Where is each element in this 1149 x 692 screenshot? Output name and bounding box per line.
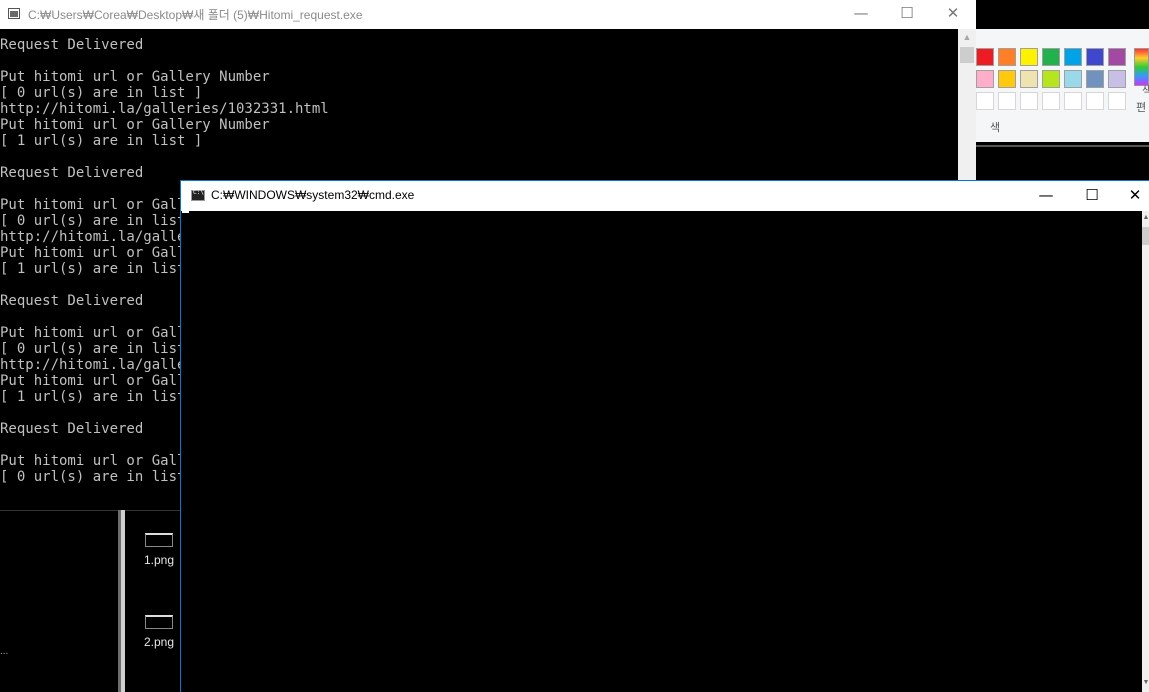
- cmd-window-title: C:₩WINDOWS₩system32₩cmd.exe: [211, 188, 415, 202]
- console-line: http://hitomi.la/galler: [0, 229, 194, 245]
- cmd-titlebar[interactable]: C:₩WINDOWS₩system32₩cmd.exe — ☐ ✕: [181, 181, 1149, 211]
- edit-colors-icon[interactable]: [1134, 48, 1149, 86]
- custom-color-slot[interactable]: [1042, 92, 1060, 110]
- cmd-vertical-scrollbar[interactable]: ▲ ▼: [1142, 211, 1149, 692]
- console-line: [ 0 url(s) are in list: [0, 469, 186, 485]
- console-line: Request Delivered: [0, 421, 144, 437]
- color-swatch[interactable]: [1042, 70, 1060, 88]
- file-explorer-fragment: ... 1.png 2.png: [0, 510, 181, 692]
- color-swatch[interactable]: [1108, 70, 1126, 88]
- console-line: [ 1 url(s) are in list ]: [0, 133, 203, 149]
- console-line: Put hitomi url or Galle: [0, 325, 194, 341]
- console-line: Put hitomi url or Gallery Number: [0, 117, 270, 133]
- file-name: 1.png: [144, 553, 175, 567]
- scrollbar-thumb[interactable]: [960, 47, 974, 63]
- maximize-button[interactable]: ☐: [884, 0, 930, 29]
- console-line: Put hitomi url or Galle: [0, 453, 194, 469]
- console-line: [ 0 url(s) are in list: [0, 341, 186, 357]
- back-window-titlebar[interactable]: C:₩Users₩Corea₩Desktop₩새 폴더 (5)₩Hitomi_r…: [0, 0, 976, 29]
- explorer-divider: [0, 510, 181, 511]
- explorer-pane-border: [121, 510, 125, 692]
- custom-color-slot[interactable]: [1108, 92, 1126, 110]
- color-swatch[interactable]: [976, 70, 994, 88]
- cmd-window[interactable]: C:₩WINDOWS₩system32₩cmd.exe — ☐ ✕ ▲ ▼: [180, 180, 1149, 692]
- cmd-app-icon: [191, 189, 205, 201]
- console-app-icon: [8, 8, 20, 19]
- minimize-button[interactable]: —: [838, 0, 884, 29]
- close-button[interactable]: ✕: [1112, 181, 1149, 211]
- console-line: Request Delivered: [0, 37, 144, 53]
- image-thumbnail-icon: [145, 615, 173, 629]
- edit-colors-label-bottom: 편: [1136, 102, 1147, 114]
- image-thumbnail-icon: [145, 533, 173, 547]
- text-cursor: [182, 210, 189, 213]
- scroll-up-arrow-icon[interactable]: ▲: [1142, 214, 1149, 221]
- custom-color-slot[interactable]: [1020, 92, 1038, 110]
- paint-ribbon-strip: [976, 29, 1149, 40]
- console-line: [ 1 url(s) are in list: [0, 389, 186, 405]
- console-line: http://hitomi.la/galler: [0, 357, 194, 373]
- color-swatch[interactable]: [1086, 48, 1104, 66]
- paint-canvas-area: [976, 142, 1149, 182]
- color-swatch[interactable]: [998, 70, 1016, 88]
- paint-color-palette: 색 편 색: [976, 40, 1149, 142]
- cmd-console-output[interactable]: [181, 211, 1142, 692]
- console-line: [ 0 url(s) are in list ]: [0, 85, 203, 101]
- custom-color-slot[interactable]: [1064, 92, 1082, 110]
- console-line: http://hitomi.la/galleries/1032331.html: [0, 101, 329, 117]
- back-window-title: C:₩Users₩Corea₩Desktop₩새 폴더 (5)₩Hitomi_r…: [28, 8, 363, 22]
- nav-pane-ellipsis: ...: [0, 646, 9, 657]
- console-line: [ 0 url(s) are in list: [0, 213, 186, 229]
- colors-group-label: 색: [990, 122, 1001, 134]
- console-line: Put hitomi url or Gallery Number: [0, 69, 270, 85]
- file-name: 2.png: [144, 635, 175, 649]
- color-swatch[interactable]: [1042, 48, 1060, 66]
- console-line: Put hitomi url or Galle: [0, 373, 194, 389]
- color-swatch[interactable]: [1064, 48, 1082, 66]
- console-line: [ 1 url(s) are in list: [0, 261, 186, 277]
- color-swatch[interactable]: [1020, 48, 1038, 66]
- custom-color-slot[interactable]: [976, 92, 994, 110]
- paint-divider: [976, 145, 1149, 147]
- custom-color-slot[interactable]: [998, 92, 1016, 110]
- scroll-down-arrow-icon[interactable]: ▼: [1142, 679, 1149, 686]
- edit-colors-label-top: 색: [1142, 85, 1149, 97]
- custom-color-slot[interactable]: [1086, 92, 1104, 110]
- console-line: Put hitomi url or Galle: [0, 245, 194, 261]
- color-swatch[interactable]: [1064, 70, 1082, 88]
- console-line: Request Delivered: [0, 165, 144, 181]
- close-button[interactable]: ✕: [930, 0, 976, 29]
- color-swatch[interactable]: [1086, 70, 1104, 88]
- maximize-button[interactable]: ☐: [1069, 181, 1115, 211]
- color-swatch[interactable]: [998, 48, 1016, 66]
- console-line: Put hitomi url or Galle: [0, 197, 194, 213]
- scroll-up-arrow-icon[interactable]: ▲: [958, 29, 976, 46]
- scrollbar-thumb[interactable]: [1142, 227, 1149, 245]
- color-swatch[interactable]: [1108, 48, 1126, 66]
- console-line: Request Delivered: [0, 293, 144, 309]
- color-swatch[interactable]: [976, 48, 994, 66]
- minimize-button[interactable]: —: [1023, 181, 1069, 211]
- color-swatch[interactable]: [1020, 70, 1038, 88]
